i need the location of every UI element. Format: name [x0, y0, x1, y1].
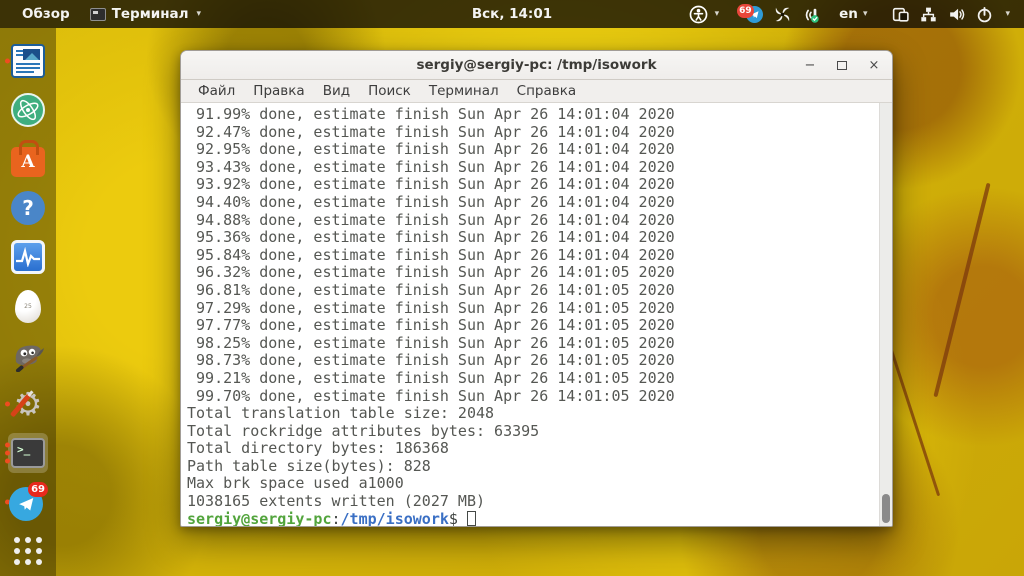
terminal-line: 99.21% done, estimate finish Sun Apr 26 … — [187, 368, 675, 387]
menu-item-3[interactable]: Поиск — [359, 80, 420, 103]
keyboard-layout-menu[interactable]: en ▾ — [831, 0, 875, 28]
terminal-line: 95.36% done, estimate finish Sun Apr 26 … — [187, 228, 675, 247]
system-menu[interactable]: ▾ — [885, 5, 1016, 24]
dock-item-atom[interactable] — [4, 89, 52, 131]
terminal-line: 97.29% done, estimate finish Sun Apr 26 … — [187, 298, 675, 317]
help-icon: ? — [11, 191, 45, 225]
terminal-line: 96.32% done, estimate finish Sun Apr 26 … — [187, 263, 675, 282]
window-titlebar[interactable]: sergiy@sergiy-pc: /tmp/isowork − × — [181, 51, 892, 80]
prompt-symbol: $ — [448, 509, 458, 526]
dock-item-ubuntu-software[interactable]: A — [4, 138, 52, 180]
dock-item-terminal[interactable]: >_ — [4, 432, 52, 474]
unread-badge: 69 — [28, 482, 48, 497]
terminal-line: 92.95% done, estimate finish Sun Apr 26 … — [187, 140, 675, 159]
network-signal-tray-icon[interactable] — [802, 5, 821, 24]
running-indicator — [5, 58, 10, 64]
ubuntu-software-icon: A — [11, 140, 45, 177]
chevron-down-icon: ▾ — [1005, 9, 1010, 19]
terminal-app-icon — [89, 7, 106, 21]
app-menu-button[interactable]: Терминал ▾ — [82, 0, 209, 28]
terminal-line: 98.25% done, estimate finish Sun Apr 26 … — [187, 333, 675, 352]
wallpaper-twig — [933, 182, 991, 398]
terminal-line: Max brk space used a1000 — [187, 474, 404, 493]
maximize-button[interactable] — [834, 58, 850, 74]
terminal-line: 98.73% done, estimate finish Sun Apr 26 … — [187, 351, 675, 370]
egg-label: 25 — [24, 302, 32, 310]
prompt-line: sergiy@sergiy-pc:/tmp/isowork$ — [187, 509, 872, 526]
menu-item-4[interactable]: Терминал — [420, 80, 508, 103]
terminal-window: sergiy@sergiy-pc: /tmp/isowork − × Файл П… — [180, 50, 893, 527]
minimize-button[interactable]: − — [802, 58, 818, 74]
document-viewer-icon — [11, 44, 45, 78]
apps-grid-icon — [14, 537, 42, 565]
wallpaper-twig — [884, 333, 941, 497]
running-indicator — [5, 442, 10, 464]
terminal-line: 91.99% done, estimate finish Sun Apr 26 … — [187, 105, 675, 123]
accessibility-icon — [689, 5, 708, 24]
telegram-tray-icon[interactable]: 69 — [737, 4, 764, 24]
terminal-line: 92.47% done, estimate finish Sun Apr 26 … — [187, 122, 675, 141]
volume-icon — [947, 5, 966, 24]
prompt-path: /tmp/isowork — [340, 509, 449, 526]
dock-item-egg-timer[interactable]: 25 — [4, 285, 52, 327]
terminal-line: Path table size(bytes): 828 — [187, 456, 431, 475]
telegram-icon: 69 — [8, 482, 48, 522]
menu-item-5[interactable]: Справка — [508, 80, 585, 103]
terminal-icon: >_ — [11, 438, 45, 468]
clock[interactable]: Вск, 14:01 — [462, 0, 562, 28]
unread-badge: 69 — [737, 4, 754, 18]
menu-bar: Файл Правка Вид Поиск Терминал Справка — [181, 80, 892, 103]
show-applications-button[interactable] — [4, 530, 52, 572]
keyboard-layout-label: en — [839, 6, 858, 22]
dock-item-telegram[interactable]: 69 — [4, 481, 52, 523]
atom-icon — [11, 93, 45, 127]
terminal-line: Total translation table size: 2048 — [187, 404, 495, 423]
dock: A ? 25 ⚙ >_ 69 — [0, 28, 56, 576]
terminal-line: 93.43% done, estimate finish Sun Apr 26 … — [187, 157, 675, 176]
terminal-line: 93.92% done, estimate finish Sun Apr 26 … — [187, 175, 675, 194]
terminal-line: 97.77% done, estimate finish Sun Apr 26 … — [187, 316, 675, 335]
system-monitor-icon — [11, 240, 45, 274]
dock-item-gimp[interactable] — [4, 334, 52, 376]
dock-item-document-viewer[interactable] — [4, 40, 52, 82]
menu-item-2[interactable]: Вид — [314, 80, 359, 103]
terminal-content[interactable]: 91.99% done, estimate finish Sun Apr 26 … — [181, 103, 892, 526]
sync-tray-icon[interactable] — [773, 5, 792, 24]
terminal-line: 95.84% done, estimate finish Sun Apr 26 … — [187, 245, 675, 264]
terminal-line: 1038165 extents written (2027 MB) — [187, 492, 486, 511]
terminal-line: Total directory bytes: 186368 — [187, 439, 449, 458]
terminal-line: Total rockridge attributes bytes: 63395 — [187, 421, 540, 440]
screen-share-icon — [891, 5, 910, 24]
dock-item-system-monitor[interactable] — [4, 236, 52, 278]
activities-button[interactable]: Обзор — [14, 0, 78, 28]
gimp-icon — [10, 338, 46, 372]
power-icon — [975, 5, 994, 24]
egg-timer-icon: 25 — [15, 289, 41, 323]
scrollbar[interactable] — [879, 103, 892, 526]
chevron-down-icon: ▾ — [862, 9, 868, 19]
terminal-line: 94.88% done, estimate finish Sun Apr 26 … — [187, 210, 675, 229]
dock-item-tools[interactable]: ⚙ — [4, 383, 52, 425]
wired-network-icon — [919, 5, 938, 24]
top-bar: Обзор Терминал ▾ Вск, 14:01 ▾ 69 en ▾ ▾ — [0, 0, 1024, 28]
terminal-cursor — [466, 510, 476, 526]
terminal-output: 91.99% done, estimate finish Sun Apr 26 … — [187, 105, 872, 511]
app-menu-label: Терминал — [111, 6, 189, 22]
terminal-line: 99.70% done, estimate finish Sun Apr 26 … — [187, 386, 675, 405]
chevron-down-icon: ▾ — [196, 9, 202, 19]
dock-item-help[interactable]: ? — [4, 187, 52, 229]
menu-item-1[interactable]: Правка — [244, 80, 313, 103]
close-button[interactable]: × — [866, 58, 882, 74]
tools-icon: ⚙ — [9, 386, 46, 422]
scrollbar-thumb[interactable] — [882, 494, 890, 523]
prompt-user: sergiy@sergiy-pc — [187, 509, 332, 526]
terminal-line: 94.40% done, estimate finish Sun Apr 26 … — [187, 192, 675, 211]
window-title: sergiy@sergiy-pc: /tmp/isowork — [416, 57, 657, 73]
prompt-separator: : — [331, 509, 341, 526]
chevron-down-icon: ▾ — [714, 9, 720, 19]
menu-item-0[interactable]: Файл — [189, 80, 244, 103]
accessibility-menu[interactable]: ▾ — [681, 0, 728, 28]
terminal-line: 96.81% done, estimate finish Sun Apr 26 … — [187, 280, 675, 299]
